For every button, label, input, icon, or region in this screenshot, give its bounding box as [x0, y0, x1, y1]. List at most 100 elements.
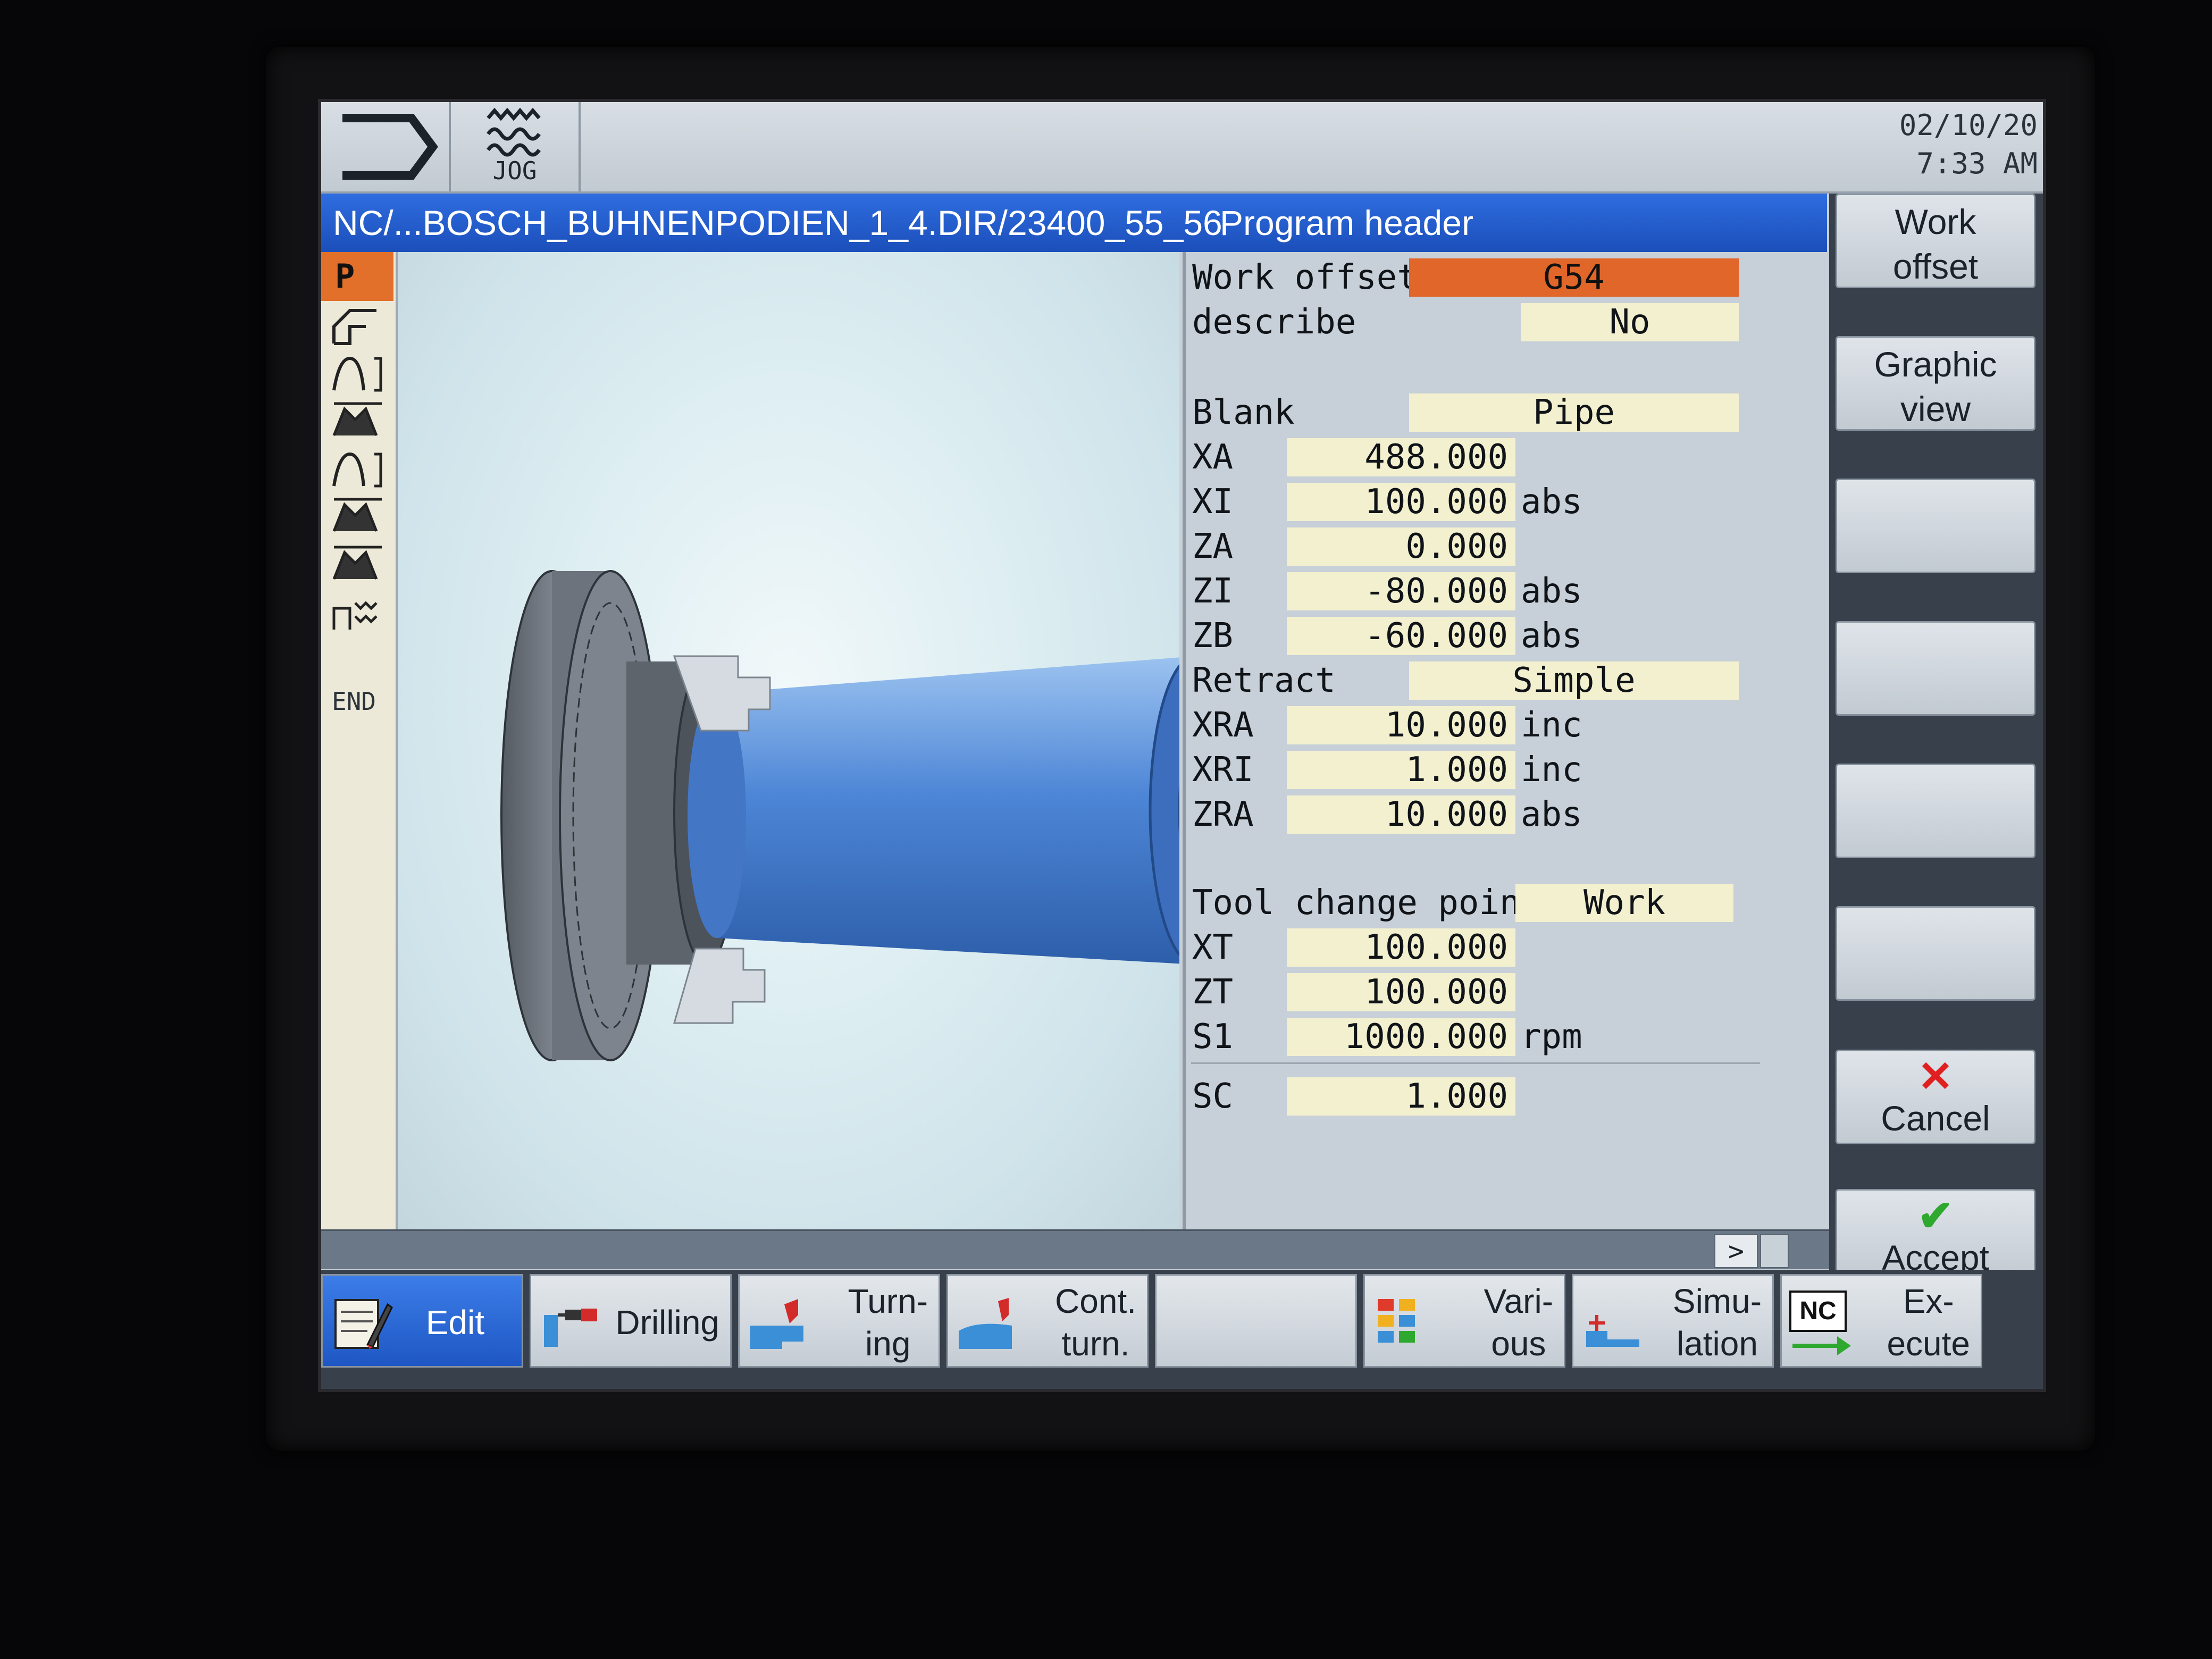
workpiece-3d-graphic [500, 570, 1179, 1061]
row-s1: S1 1000.000 rpm [1186, 1015, 1830, 1059]
xi-input[interactable]: 100.000 [1287, 483, 1515, 521]
step-contour-2-icon[interactable] [329, 449, 387, 492]
contour-turning-line1: Cont. [1055, 1282, 1136, 1320]
empty-softkey-5[interactable] [1836, 764, 2035, 858]
xa-input[interactable]: 488.000 [1287, 438, 1515, 476]
s1-unit[interactable]: rpm [1521, 1015, 1582, 1059]
edit-label: Edit [425, 1303, 484, 1342]
softkey-scroll-line: > [321, 1229, 1829, 1269]
cancel-label: Cancel [1881, 1099, 1990, 1138]
step-end[interactable]: END [332, 687, 376, 716]
sc-input[interactable]: 1.000 [1287, 1077, 1515, 1116]
empty-horizontal-softkey[interactable] [1155, 1274, 1357, 1368]
tool-change-select[interactable]: Work [1515, 884, 1733, 922]
drilling-text: Drilling [615, 1276, 719, 1369]
simulation-icon [1586, 1315, 1639, 1347]
step-stock-removal-3-icon[interactable] [329, 542, 387, 585]
various-grid-icon [1378, 1299, 1415, 1343]
jog-mode-indicator: JOG [451, 102, 581, 191]
graphic-view-softkey-line1: Graphic [1874, 345, 1997, 384]
status-bar: JOG 02/10/20 7:33 AM [321, 102, 2043, 194]
zra-input[interactable]: 10.000 [1287, 795, 1515, 834]
xri-label: XRI [1192, 750, 1254, 790]
work-offset-softkey-line1: Work [1895, 202, 1976, 241]
xri-unit[interactable]: inc [1521, 748, 1582, 792]
zi-unit[interactable]: abs [1521, 569, 1582, 614]
execute-text: Ex- ecute [1887, 1276, 1970, 1369]
step-stock-removal-2-icon[interactable] [329, 494, 387, 538]
xri-input[interactable]: 1.000 [1287, 751, 1515, 789]
s1-input[interactable]: 1000.000 [1287, 1018, 1515, 1056]
x-icon: ✕ [1917, 1053, 1954, 1100]
more-softkeys-button[interactable]: > [1714, 1234, 1758, 1268]
graphic-view-softkey[interactable]: Graphic view [1836, 336, 2035, 431]
turning-softkey[interactable]: Turn- ing [738, 1274, 940, 1368]
row-work-offset: Work offset G54 [1186, 255, 1830, 300]
program-header-form: Work offset G54 describe No Blank Pipe X… [1183, 252, 1830, 1229]
step-chamfer-icon[interactable] [329, 305, 387, 349]
row-za: ZA 0.000 [1186, 524, 1830, 569]
various-softkey[interactable]: Vari- ous [1363, 1274, 1565, 1368]
divider [1191, 1062, 1760, 1064]
zra-unit[interactable]: abs [1521, 792, 1582, 837]
xt-input[interactable]: 100.000 [1287, 928, 1515, 967]
row-describe: describe No [1186, 300, 1830, 345]
row-tool-change: Tool change point Work [1186, 881, 1830, 925]
zb-input[interactable]: -60.000 [1287, 617, 1515, 655]
xra-label: XRA [1192, 706, 1254, 745]
execute-line1: Ex- [1903, 1282, 1954, 1320]
drilling-softkey[interactable]: Drilling [530, 1274, 732, 1368]
xra-unit[interactable]: inc [1521, 703, 1582, 748]
retract-select[interactable]: Simple [1409, 661, 1739, 700]
graphic-view [398, 252, 1179, 1229]
graphic-view-softkey-line2: view [1900, 389, 1971, 429]
retract-label: Retract [1192, 661, 1336, 700]
xa-label: XA [1192, 438, 1234, 477]
xi-unit[interactable]: abs [1521, 480, 1582, 524]
execute-line2: ecute [1887, 1325, 1970, 1363]
cancel-softkey[interactable]: ✕ Cancel [1836, 1050, 2035, 1144]
zra-label: ZRA [1192, 795, 1254, 834]
back-button[interactable] [321, 102, 451, 191]
sc-label: SC [1192, 1077, 1234, 1116]
describe-select[interactable]: No [1521, 303, 1739, 341]
various-line1: Vari- [1484, 1282, 1553, 1320]
row-xri: XRI 1.000 inc [1186, 748, 1830, 792]
zt-label: ZT [1192, 973, 1234, 1012]
turning-line2: ing [865, 1325, 911, 1363]
empty-softkey-6[interactable] [1836, 906, 2035, 1001]
xt-label: XT [1192, 928, 1234, 967]
zt-input[interactable]: 100.000 [1287, 973, 1515, 1011]
work-offset-label: Work offset [1192, 258, 1418, 297]
time-text: 7:33 AM [1916, 147, 2038, 180]
work-offset-softkey-line2: offset [1892, 247, 1979, 286]
empty-softkey-4[interactable] [1836, 621, 2035, 716]
blank-select[interactable]: Pipe [1409, 393, 1739, 432]
blank-label: Blank [1192, 393, 1295, 432]
work-offset-select[interactable]: G54 [1409, 258, 1739, 297]
edit-softkey[interactable]: Edit [321, 1274, 523, 1368]
step-program-header[interactable]: P [321, 252, 393, 301]
date-text: 02/10/20 [1899, 108, 2038, 142]
contour-turning-softkey[interactable]: Cont. turn. [946, 1274, 1149, 1368]
turning-text: Turn- ing [848, 1276, 928, 1369]
zb-unit[interactable]: abs [1521, 614, 1582, 658]
drilling-label: Drilling [615, 1303, 719, 1342]
work-offset-softkey[interactable]: Work offset [1836, 194, 2035, 288]
xra-input[interactable]: 10.000 [1287, 706, 1515, 744]
step-stock-removal-icon[interactable] [329, 398, 387, 442]
execute-softkey[interactable]: NC Ex- ecute [1780, 1274, 1982, 1368]
simulation-softkey[interactable]: Simu- lation [1572, 1274, 1774, 1368]
empty-softkey-3[interactable] [1836, 479, 2035, 573]
various-line2: ous [1491, 1325, 1546, 1363]
step-contour-icon[interactable] [329, 353, 387, 397]
zi-input[interactable]: -80.000 [1287, 572, 1515, 610]
row-sc: SC 1.000 [1186, 1074, 1830, 1119]
row-xa: XA 488.000 [1186, 435, 1830, 480]
row-zt: ZT 100.000 [1186, 970, 1830, 1015]
step-thread-icon[interactable] [329, 592, 387, 636]
describe-label: describe [1192, 303, 1356, 342]
zi-label: ZI [1192, 572, 1234, 611]
zb-label: ZB [1192, 616, 1234, 656]
za-input[interactable]: 0.000 [1287, 527, 1515, 566]
